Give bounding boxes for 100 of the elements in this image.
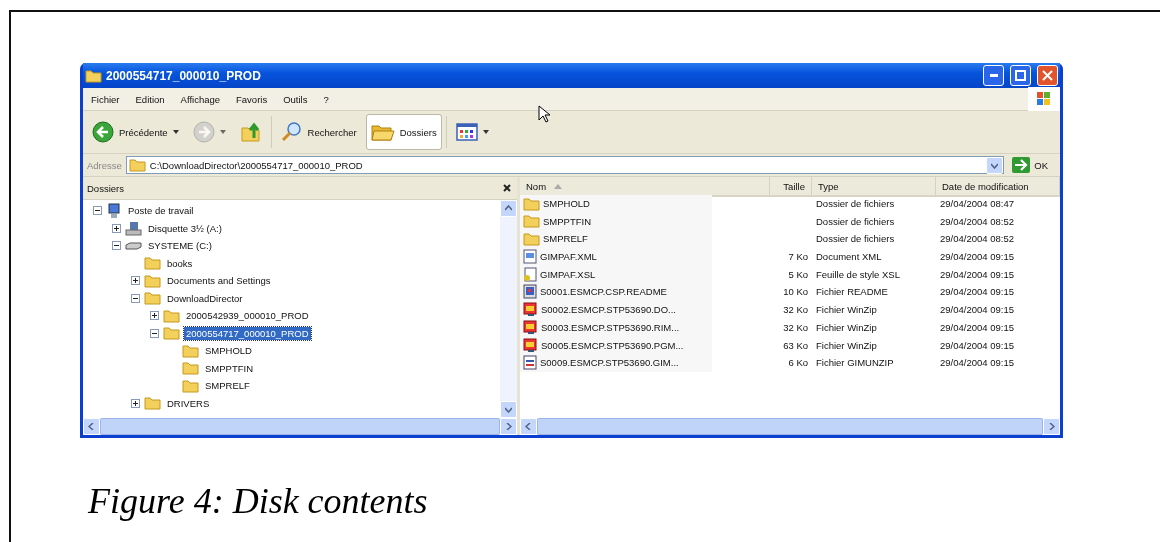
expand-icon[interactable] [112, 223, 121, 233]
tree-item[interactable]: Poste de travail [126, 204, 196, 218]
folder-icon [144, 256, 161, 271]
type-cell-text: Dossier de fichiers [815, 232, 896, 247]
collapse-icon[interactable] [112, 241, 121, 251]
scroll-right-button[interactable] [1043, 418, 1060, 435]
file-name: SMPRELF [543, 233, 588, 245]
type-cell-text: Fichier WinZip [815, 303, 878, 318]
computer-icon [106, 202, 122, 219]
caret-icon [219, 130, 226, 134]
address-label: Adresse [87, 159, 122, 171]
date-cell-text: 29/04/2004 08:47 [939, 197, 1015, 212]
menu-item[interactable]: Edition [127, 93, 173, 105]
collapse-icon[interactable] [150, 328, 159, 338]
archive-icon [523, 319, 538, 335]
folder-icon [182, 378, 199, 393]
archive-icon [523, 337, 538, 353]
maximize-icon [1015, 70, 1026, 81]
date-cell-text: 29/04/2004 09:15 [939, 250, 1015, 265]
type-cell-text: Dossier de fichiers [815, 197, 896, 212]
scroll-up-button[interactable] [500, 200, 517, 217]
file-name-cell[interactable]: GIMPAF.XSL [520, 265, 712, 284]
file-name-cell[interactable]: SMPRELF [520, 230, 712, 248]
date-cell-text: 29/04/2004 09:15 [939, 338, 1015, 353]
type-cell-text: Fichier WinZip [815, 338, 878, 353]
close-button[interactable] [1037, 65, 1058, 86]
tree-item[interactable]: books [165, 256, 195, 270]
tree-item[interactable]: Documents and Settings [165, 274, 273, 288]
file-name: GIMPAF.XSL [540, 268, 596, 280]
stylesheet-icon [523, 266, 537, 282]
vertical-scrollbar[interactable] [500, 200, 517, 418]
close-icon [1042, 70, 1053, 81]
scroll-right-button[interactable] [500, 418, 517, 435]
folder-icon [144, 273, 161, 288]
column-header[interactable]: Nom [520, 177, 770, 197]
go-arrow-icon [1012, 157, 1031, 173]
close-icon[interactable] [503, 184, 511, 192]
floppy-drive-icon [125, 220, 142, 236]
file-name: S0001.ESMCP.CSP.README [540, 286, 667, 298]
file-name: S0009.ESMCP.STP53690.GIM... [540, 357, 679, 369]
folder-icon [163, 326, 180, 341]
scroll-left-button[interactable] [83, 418, 100, 435]
column-header[interactable]: Date de modification [936, 177, 1060, 197]
menu-item[interactable]: Affichage [172, 93, 229, 105]
collapse-icon[interactable] [131, 293, 140, 303]
hard-drive-icon [125, 241, 142, 250]
date-cell-text: 29/04/2004 09:15 [939, 267, 1015, 282]
pane-title: Dossiers [87, 182, 124, 194]
tree-item[interactable]: DownloadDirector [165, 291, 245, 305]
folder-up-icon [239, 121, 262, 143]
tree-item[interactable]: SMPRELF [203, 379, 252, 393]
file-name-cell[interactable]: S0001.ESMCP.CSP.README [520, 283, 712, 301]
tree-item[interactable]: Disquette 3½ (A:) [146, 221, 224, 235]
file-name: S0005.ESMCP.STP53690.PGM... [541, 339, 684, 351]
folder-icon [182, 343, 199, 358]
go-button[interactable]: OK [1008, 157, 1056, 173]
type-cell-text: Feuille de style XSL [815, 267, 901, 282]
size-cell-text: 32 Ko [782, 320, 809, 335]
maximize-button[interactable] [1010, 65, 1031, 86]
menu-item[interactable]: Favoris [228, 93, 276, 105]
folders-icon [370, 122, 395, 142]
folder-icon [128, 158, 146, 172]
file-name: SMPPTFIN [543, 215, 592, 227]
scroll-left-button[interactable] [520, 418, 537, 435]
collapse-icon[interactable] [93, 206, 102, 216]
expand-icon[interactable] [131, 276, 140, 286]
size-cell-text: 6 Ko [787, 356, 809, 371]
tree-item[interactable]: SYSTEME (C:) [146, 239, 214, 253]
archive-icon [523, 302, 538, 318]
file-name: S0003.ESMCP.STP53690.RIM... [541, 321, 680, 333]
size-cell-text: 10 Ko [782, 285, 809, 300]
folder-icon [85, 68, 102, 83]
folders-button[interactable]: Dossiers [365, 114, 442, 150]
minimize-icon [989, 74, 998, 77]
column-header[interactable]: Type [812, 177, 936, 197]
tree-item[interactable]: DRIVERS [165, 396, 212, 410]
minimize-button[interactable] [983, 65, 1004, 86]
scroll-down-button[interactable] [500, 401, 517, 418]
file-name: GIMPAF.XML [540, 251, 597, 263]
tree-item[interactable]: 2000554717_000010_PROD [184, 326, 311, 340]
file-name-cell[interactable]: S0005.ESMCP.STP53690.PGM... [520, 336, 712, 354]
file-name: S0002.ESMCP.STP53690.DO... [541, 304, 676, 316]
back-button[interactable]: Précédente [87, 114, 184, 150]
expand-icon[interactable] [150, 311, 159, 321]
expand-icon[interactable] [131, 398, 140, 408]
menu-item[interactable]: Outils [275, 93, 316, 105]
file-name-cell[interactable]: SMPPTFIN [520, 212, 712, 231]
mouse-pointer-icon [538, 105, 550, 123]
search-button[interactable]: Rechercher [275, 114, 362, 150]
tree-item[interactable]: SMPPTFIN [203, 361, 256, 375]
dropdown-button[interactable] [986, 156, 1004, 174]
menu-item[interactable]: Fichier [83, 93, 128, 105]
tree-item[interactable]: 2000542939_000010_PROD [184, 309, 311, 323]
window-title: 2000554717_000010_PROD [106, 68, 262, 83]
folder-icon [144, 396, 161, 411]
column-header[interactable]: Taille [770, 177, 812, 197]
address-field[interactable]: C:\DownloadDirector\2000554717_000010_PROD [125, 156, 1005, 174]
menu-item[interactable]: ? [315, 93, 337, 105]
tree-item[interactable]: SMPHOLD [203, 344, 254, 358]
caret-icon [482, 130, 489, 134]
